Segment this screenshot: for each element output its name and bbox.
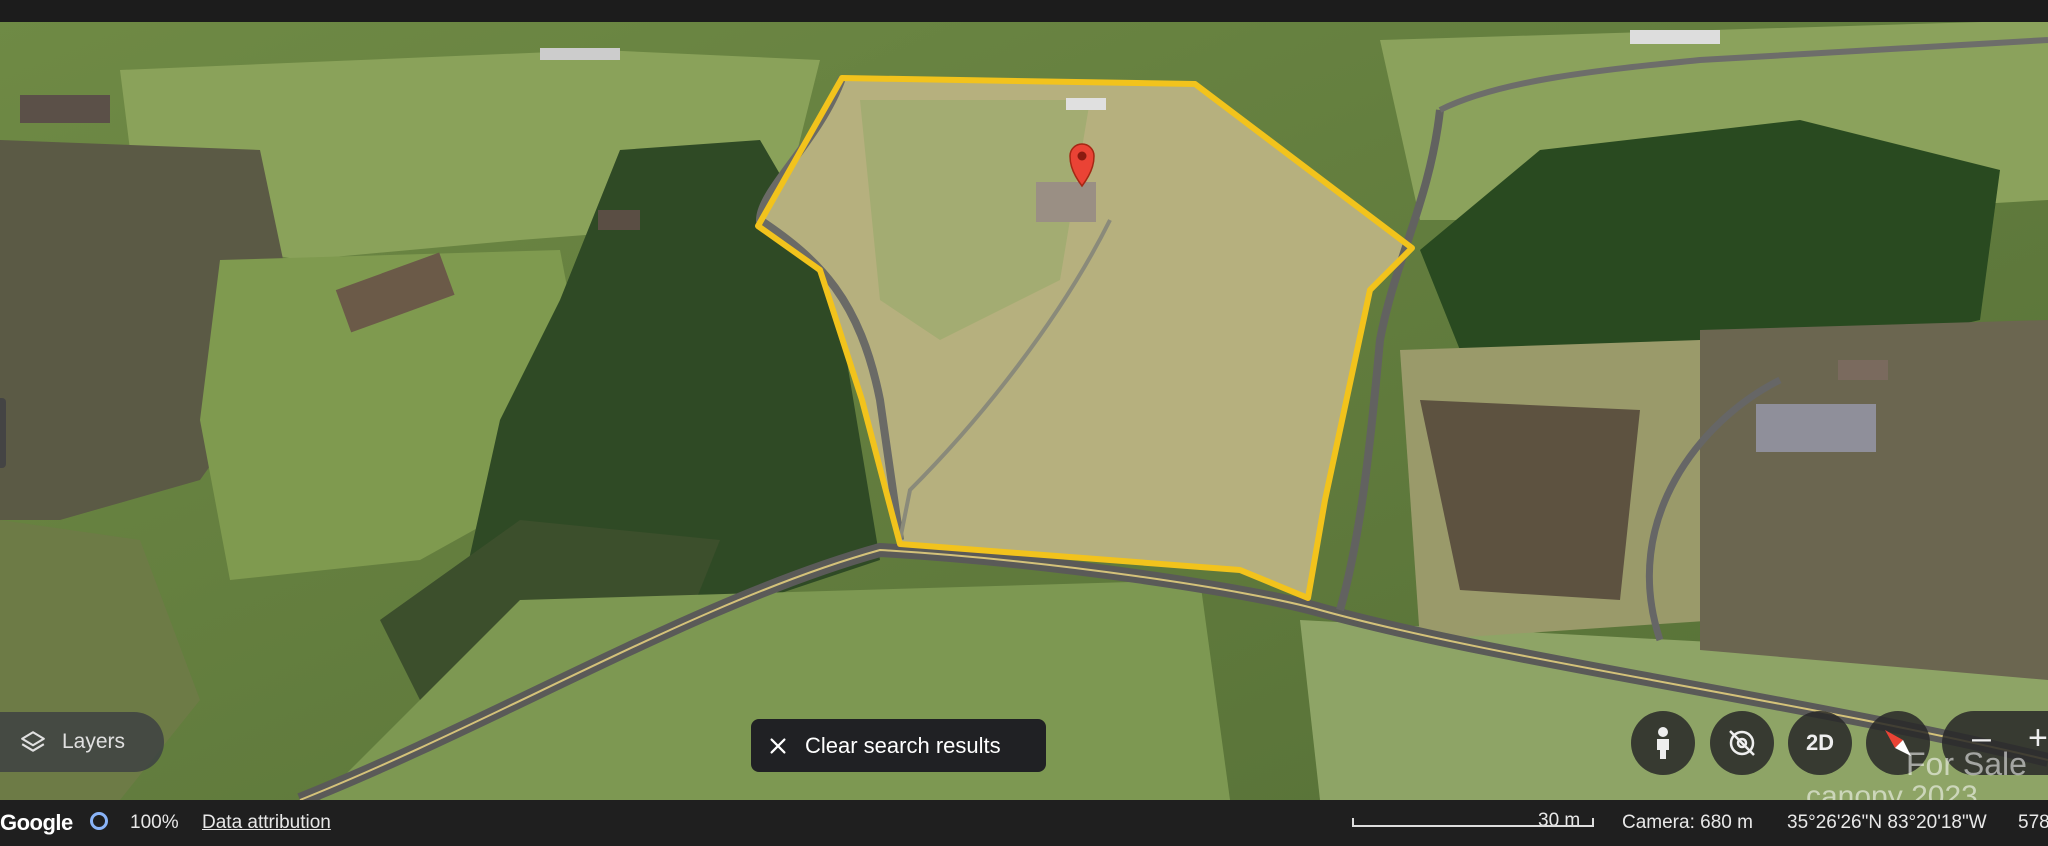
house-roof: [20, 95, 110, 123]
google-logo: Google: [0, 810, 73, 835]
house-roof: [1756, 404, 1876, 452]
view-toggle-2d-button[interactable]: 2D: [1788, 711, 1852, 775]
coordinates: 35°26'26"N 83°20'18"W: [1787, 812, 1987, 833]
watermark-line1: For Sale: [1906, 746, 2027, 782]
view-toggle-label: 2D: [1805, 730, 1835, 755]
shed-roof: [1066, 98, 1106, 110]
clear-search-label: Clear search results: [805, 732, 1001, 758]
shed-roof: [1630, 30, 1720, 44]
scale-bar: [1352, 818, 1594, 827]
layers-icon: [21, 731, 45, 752]
street-view-button[interactable]: [1631, 711, 1695, 775]
clear-search-results-button[interactable]: Clear search results: [751, 719, 1046, 772]
status-bar: Google 100% Data attribution 30 m Camera…: [0, 800, 2048, 846]
rotate-icon: [1729, 730, 1755, 756]
rotate-view-button[interactable]: [1710, 711, 1774, 775]
side-panel-handle[interactable]: [0, 398, 6, 468]
elevation: 578: [2018, 812, 2048, 833]
zoom-percent: 100%: [130, 812, 179, 833]
data-attribution-link[interactable]: Data attribution: [202, 812, 331, 834]
shed-roof: [598, 210, 640, 230]
shed-roof: [1838, 360, 1888, 380]
close-icon: [770, 737, 786, 754]
layers-button[interactable]: Layers: [0, 712, 164, 772]
house-roof: [1036, 182, 1096, 222]
shed-roof: [540, 48, 620, 60]
globe-icon: [90, 812, 108, 830]
pegman-icon: [1657, 727, 1669, 759]
camera-altitude: Camera: 680 m: [1622, 812, 1753, 833]
zoom-in-button[interactable]: +: [2028, 719, 2048, 758]
layers-label: Layers: [62, 730, 126, 753]
top-bar: [0, 0, 2048, 22]
